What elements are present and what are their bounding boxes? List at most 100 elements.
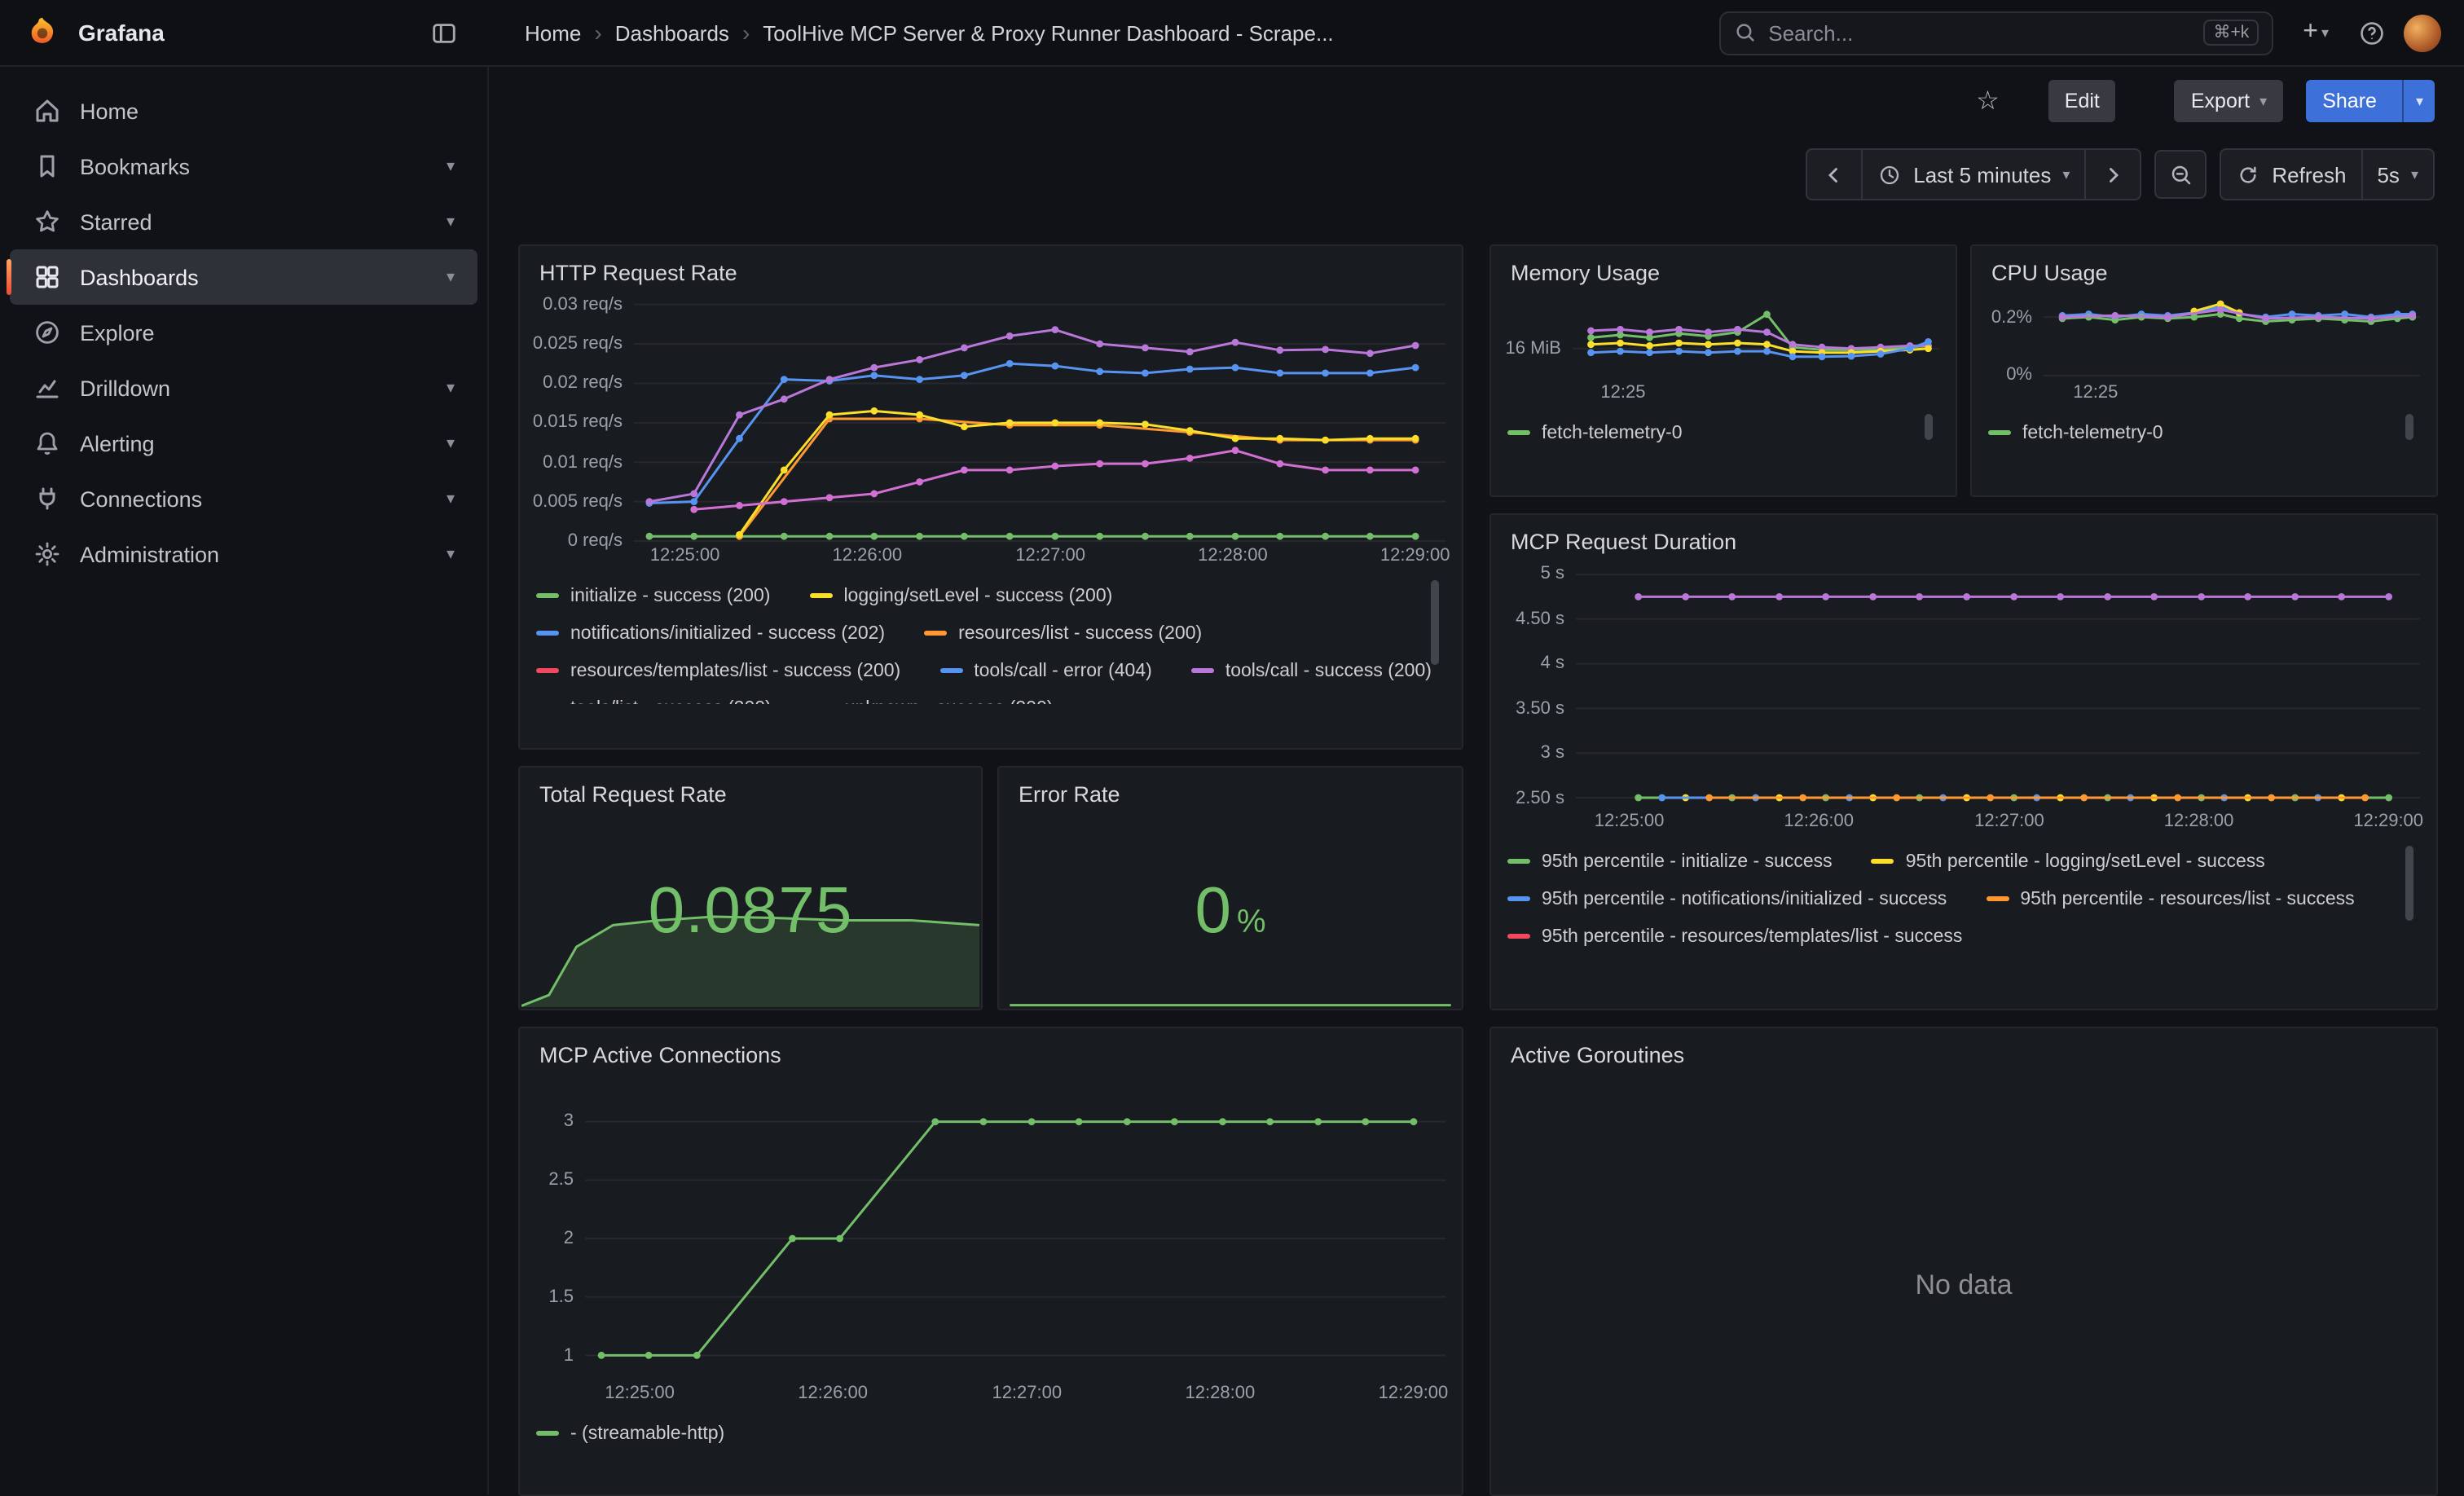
sidebar-item-home[interactable]: Home [10, 83, 477, 139]
chevron-down-icon[interactable]: ▾ [447, 545, 455, 563]
sidebar-item-connections[interactable]: Connections ▾ [10, 471, 477, 526]
y-tick: 0.005 req/s [533, 492, 623, 512]
panel-title[interactable]: MCP Active Connections [520, 1028, 1462, 1076]
breadcrumb-home[interactable]: Home [525, 20, 581, 45]
favorite-star-button[interactable]: ☆ [1976, 85, 2000, 117]
panel-title[interactable]: HTTP Request Rate [520, 246, 1462, 293]
cpu-usage-chart[interactable] [2044, 297, 2420, 381]
dashboards-grid-icon [33, 262, 62, 292]
help-button[interactable] [2348, 10, 2394, 55]
legend-swatch [924, 631, 947, 636]
legend-item[interactable]: 95th percentile - notifications/initiali… [1507, 880, 1947, 917]
legend-scrollbar[interactable] [1925, 414, 1933, 440]
y-tick: 1 [564, 1345, 574, 1365]
legend-item[interactable]: fetch-telemetry-0 [1507, 414, 1683, 451]
sidebar-item-drilldown[interactable]: Drilldown ▾ [10, 360, 477, 416]
stat-body: No data [1491, 1076, 2436, 1494]
chevron-down-icon[interactable]: ▾ [447, 213, 455, 231]
x-axis: 12:25:00 12:26:00 12:27:00 12:28:00 12:2… [575, 1379, 1445, 1408]
panel-mcp-request-duration: MCP Request Duration 5 s 4.50 s 4 s 3.50… [1489, 513, 2438, 1010]
panel-title[interactable]: Memory Usage [1491, 246, 1956, 293]
panel-title[interactable]: MCP Request Duration [1491, 515, 2436, 562]
time-shift-forward-button[interactable] [2084, 150, 2140, 199]
export-label: Export [2191, 90, 2250, 112]
refresh-button[interactable]: Refresh [2221, 150, 2361, 199]
legend-item[interactable]: resources/templates/list - success (200) [536, 652, 900, 689]
legend-item[interactable]: 95th percentile - initialize - success [1507, 843, 1833, 880]
legend-label: initialize - success (200) [570, 586, 770, 605]
x-tick: 12:26:00 [1784, 812, 1854, 831]
stat-value: 0.0875 [649, 875, 853, 948]
legend-scrollbar[interactable] [2405, 414, 2413, 440]
legend-item[interactable]: fetch-telemetry-0 [1988, 414, 2163, 451]
http-request-rate-chart[interactable] [634, 297, 1445, 541]
chevron-down-icon[interactable]: ▾ [447, 490, 455, 508]
legend-item[interactable]: resources/list - success (200) [924, 614, 1202, 652]
refresh-interval-label: 5s [2377, 162, 2399, 187]
legend-item[interactable]: tools/call - error (404) [939, 652, 1152, 689]
legend-item[interactable]: 95th percentile - logging/setLevel - suc… [1872, 843, 2265, 880]
sidebar-item-alerting[interactable]: Alerting ▾ [10, 416, 477, 471]
y-tick: 0.03 req/s [543, 295, 623, 315]
add-new-button[interactable]: + ▾ [2293, 15, 2339, 51]
memory-usage-chart[interactable] [1573, 297, 1939, 381]
chevron-down-icon[interactable]: ▾ [447, 157, 455, 175]
panel-title[interactable]: Total Request Rate [520, 768, 981, 815]
sidebar-item-administration[interactable]: Administration ▾ [10, 526, 477, 582]
y-axis: 16 MiB [1501, 297, 1573, 381]
legend-item[interactable]: unknown - success (200) [811, 689, 1054, 704]
legend-label: fetch-telemetry-0 [1542, 423, 1683, 442]
share-button[interactable]: Share ▾ [2306, 80, 2435, 122]
user-avatar[interactable] [2404, 14, 2441, 51]
legend-item[interactable]: notifications/initialized - success (202… [536, 614, 885, 652]
time-shift-back-button[interactable] [1807, 150, 1861, 199]
mcp-request-duration-chart[interactable] [1576, 565, 2420, 807]
chevron-down-icon[interactable]: ▾ [447, 434, 455, 452]
sidebar-item-dashboards[interactable]: Dashboards ▾ [10, 249, 477, 305]
x-tick: 12:27:00 [992, 1384, 1062, 1403]
sidebar-item-label: Dashboards [80, 265, 429, 289]
legend-item[interactable]: initialize - success (200) [536, 577, 770, 614]
sidebar-toggle-button[interactable] [420, 10, 466, 55]
panel-title[interactable]: Error Rate [999, 768, 1462, 815]
legend: 95th percentile - initialize - success 9… [1507, 843, 2413, 966]
dashboard-content: ☆ Edit Export ▾ Share ▾ [489, 67, 2464, 1494]
refresh-interval-picker[interactable]: 5s ▾ [2361, 150, 2433, 199]
plug-icon [33, 484, 62, 513]
clock-icon [1877, 162, 1902, 187]
share-dropdown-button[interactable]: ▾ [2403, 80, 2435, 122]
export-button[interactable]: Export ▾ [2175, 80, 2283, 122]
legend-scrollbar[interactable] [1431, 580, 1439, 665]
chevron-down-icon[interactable]: ▾ [447, 268, 455, 286]
breadcrumb-dashboards[interactable]: Dashboards [615, 20, 729, 45]
chevron-down-icon[interactable]: ▾ [447, 379, 455, 397]
legend-item[interactable]: logging/setLevel - success (200) [809, 577, 1112, 614]
panel-memory-usage: Memory Usage 16 MiB 12:25 fetch-telemetr… [1489, 244, 1957, 497]
x-tick: 12:25 [1600, 383, 1645, 403]
gear-icon [33, 539, 62, 569]
zoom-out-button[interactable] [2154, 150, 2207, 199]
x-tick: 12:25:00 [650, 546, 720, 565]
legend-item[interactable]: - (streamable-http) [536, 1415, 724, 1452]
x-axis: 12:25:00 12:26:00 12:27:00 12:28:00 12:2… [1566, 807, 2420, 836]
legend-item[interactable]: 95th percentile - resources/templates/li… [1507, 917, 1962, 955]
panel-title[interactable]: Active Goroutines [1491, 1028, 2436, 1076]
search-input[interactable]: Search... ⌘+k [1719, 11, 2273, 55]
dashboard-toolbar: ☆ Edit Export ▾ Share ▾ [489, 67, 2464, 135]
grafana-logo[interactable] [23, 13, 62, 52]
legend-item[interactable]: tools/list - success (200) [536, 689, 772, 704]
sidebar-item-starred[interactable]: Starred ▾ [10, 194, 477, 249]
legend-item[interactable]: tools/call - success (200) [1191, 652, 1432, 689]
sidebar-item-explore[interactable]: Explore [10, 305, 477, 360]
sidebar-item-bookmarks[interactable]: Bookmarks ▾ [10, 139, 477, 194]
legend-swatch [809, 593, 832, 598]
mcp-active-connections-chart[interactable] [585, 1098, 1445, 1379]
legend-item[interactable]: 95th percentile - resources/list - succe… [1986, 880, 2354, 917]
edit-button[interactable]: Edit [2048, 80, 2116, 122]
panel-title[interactable]: CPU Usage [1972, 246, 2436, 293]
breadcrumb: Home › Dashboards › ToolHive MCP Server … [525, 20, 1334, 46]
chevron-left-icon [1822, 162, 1846, 187]
legend-scrollbar[interactable] [2405, 846, 2413, 921]
x-tick: 12:26:00 [798, 1384, 868, 1403]
time-range-picker[interactable]: Last 5 minutes ▾ [1861, 150, 2084, 199]
